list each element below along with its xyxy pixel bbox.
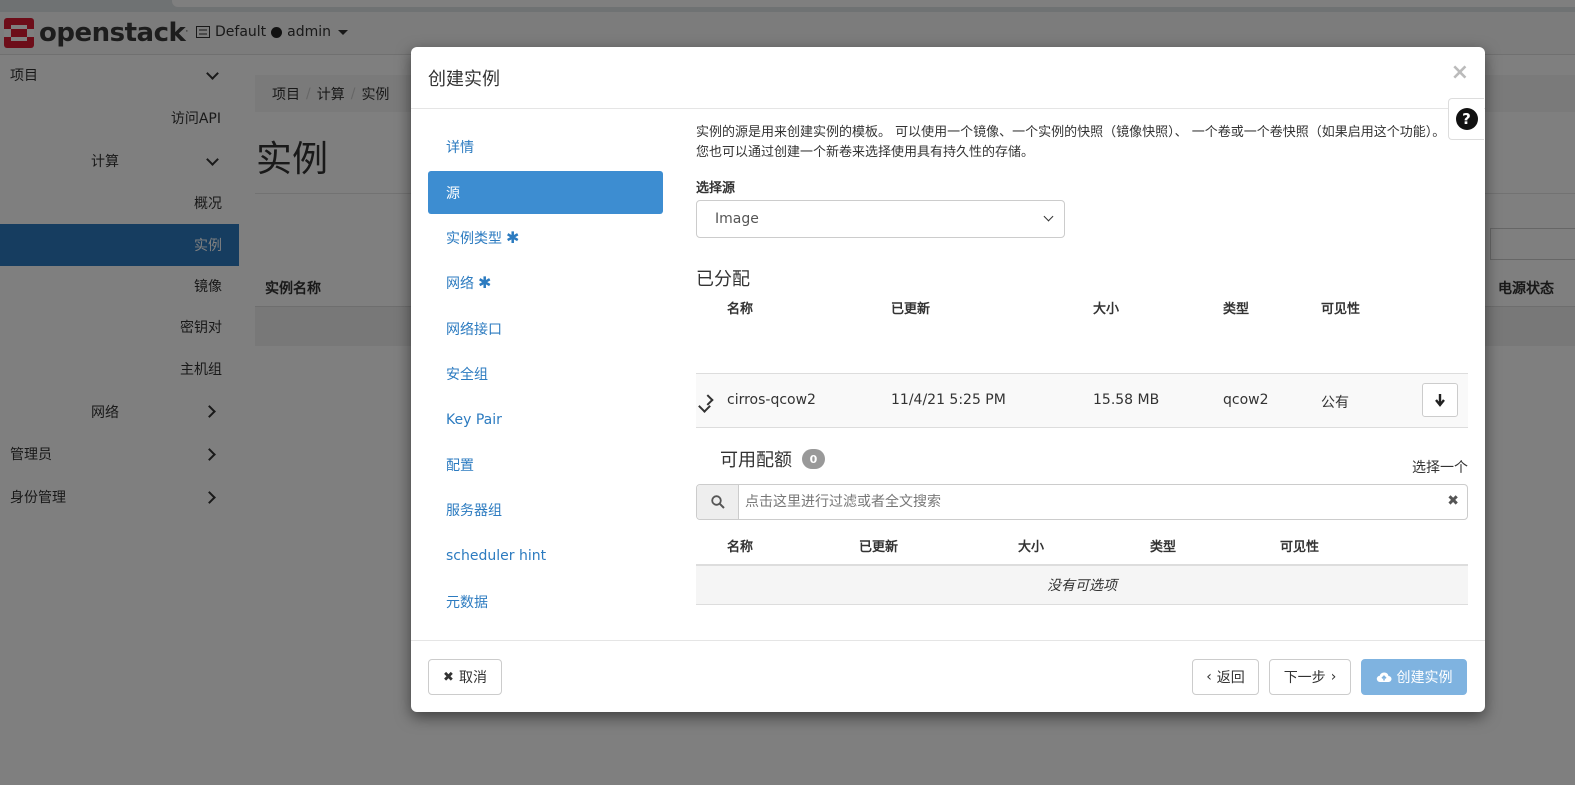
step-label: 网络接口 bbox=[446, 321, 502, 338]
deallocate-button[interactable] bbox=[1422, 383, 1458, 417]
launch-instance-modal: 创建实例 × ? 详情 源 实例类型 ✱ 网络 ✱ 网络接口 安全组 Key Pai… bbox=[411, 47, 1485, 712]
close-icon[interactable]: × bbox=[1451, 60, 1469, 85]
search-icon bbox=[710, 495, 725, 509]
alloc-cell-type: qcow2 bbox=[1223, 392, 1269, 408]
step-label: 服务器组 bbox=[446, 502, 502, 519]
step-flavor[interactable]: 实例类型 ✱ bbox=[428, 216, 663, 259]
modal-header: 创建实例 × bbox=[411, 47, 1485, 109]
alloc-header-name[interactable]: 名称 bbox=[727, 298, 753, 317]
cloud-upload-icon bbox=[1376, 672, 1391, 683]
required-asterisk-icon: ✱ bbox=[506, 228, 520, 247]
alloc-cell-updated: 11/4/21 5:25 PM bbox=[891, 392, 1006, 408]
select-one-label: 选择一个 bbox=[1412, 460, 1468, 476]
step-label: 实例类型 bbox=[446, 230, 502, 247]
source-step-content: 实例的源是用来创建实例的模板。 可以使用一个镜像、一个实例的快照（镜像快照）、 … bbox=[696, 123, 1468, 605]
source-description: 实例的源是用来创建实例的模板。 可以使用一个镜像、一个实例的快照（镜像快照）、 … bbox=[696, 125, 1446, 160]
step-metadata[interactable]: 元数据 bbox=[428, 580, 663, 623]
step-key-pair[interactable]: Key Pair bbox=[428, 398, 663, 441]
available-count-badge: 0 bbox=[802, 449, 825, 469]
button-label: 取消 bbox=[458, 670, 487, 686]
chevron-left-icon: ‹ bbox=[1206, 669, 1212, 685]
avail-header-updated[interactable]: 已更新 bbox=[859, 536, 898, 555]
button-label: 下一步 bbox=[1283, 670, 1326, 686]
source-select-value: Image bbox=[715, 211, 759, 227]
step-source[interactable]: 源 bbox=[428, 171, 663, 214]
empty-state-row: 没有可选项 bbox=[696, 566, 1468, 605]
step-details[interactable]: 详情 bbox=[428, 125, 663, 168]
avail-header-type[interactable]: 类型 bbox=[1150, 536, 1176, 555]
search-input[interactable] bbox=[745, 485, 1405, 519]
alloc-header-size[interactable]: 大小 bbox=[1093, 298, 1119, 317]
select-source-label: 选择源 bbox=[696, 181, 736, 196]
alloc-header-updated[interactable]: 已更新 bbox=[891, 298, 930, 317]
table-row: cirros-qcow2 11/4/21 5:25 PM 15.58 MB qc… bbox=[696, 374, 1468, 428]
avail-header-name[interactable]: 名称 bbox=[727, 536, 753, 555]
step-label: 安全组 bbox=[446, 366, 488, 383]
step-network-ports[interactable]: 网络接口 bbox=[428, 307, 663, 350]
source-select[interactable]: Image bbox=[696, 200, 1065, 238]
step-label: 源 bbox=[446, 185, 460, 202]
step-label: Key Pair bbox=[446, 411, 502, 428]
step-label: scheduler hint bbox=[446, 547, 547, 564]
step-configuration[interactable]: 配置 bbox=[428, 443, 663, 486]
step-security-groups[interactable]: 安全组 bbox=[428, 352, 663, 395]
step-label: 配置 bbox=[446, 457, 474, 474]
create-instance-button[interactable]: 创建实例 bbox=[1361, 659, 1467, 695]
avail-header-size[interactable]: 大小 bbox=[1018, 536, 1044, 555]
available-title[interactable]: 可用配额 bbox=[720, 446, 792, 472]
allocated-title: 已分配 bbox=[696, 269, 750, 290]
clear-icon[interactable]: ✖ bbox=[1447, 493, 1459, 509]
chevron-down-icon bbox=[1043, 211, 1054, 222]
available-search: ✖ bbox=[696, 484, 1468, 520]
step-networks[interactable]: 网络 ✱ bbox=[428, 261, 663, 304]
back-button[interactable]: ‹ 返回 bbox=[1192, 659, 1259, 695]
step-scheduler-hint[interactable]: scheduler hint bbox=[428, 534, 663, 577]
close-icon: ✖ bbox=[443, 669, 454, 685]
arrow-down-icon bbox=[1435, 394, 1445, 407]
cancel-button[interactable]: ✖ 取消 bbox=[428, 659, 502, 695]
step-label: 详情 bbox=[446, 139, 474, 156]
button-label: 返回 bbox=[1216, 670, 1245, 686]
avail-header-visibility[interactable]: 可见性 bbox=[1280, 536, 1319, 555]
button-label: 创建实例 bbox=[1396, 670, 1453, 686]
alloc-cell-name: cirros-qcow2 bbox=[727, 392, 816, 408]
alloc-header-visibility[interactable]: 可见性 bbox=[1321, 298, 1360, 317]
alloc-cell-size: 15.58 MB bbox=[1093, 392, 1160, 408]
alloc-cell-visibility: 公有 bbox=[1321, 395, 1349, 411]
alloc-header-type[interactable]: 类型 bbox=[1223, 298, 1249, 317]
modal-title: 创建实例 bbox=[428, 69, 500, 90]
next-button[interactable]: 下一步 › bbox=[1269, 659, 1351, 695]
chevron-right-icon: › bbox=[1330, 669, 1337, 685]
search-addon bbox=[697, 485, 739, 519]
step-label: 元数据 bbox=[446, 594, 488, 611]
modal-footer: ✖ 取消 ‹ 返回 下一步 › 创建实例 bbox=[411, 640, 1485, 712]
required-asterisk-icon: ✱ bbox=[478, 273, 492, 292]
step-server-groups[interactable]: 服务器组 bbox=[428, 488, 663, 531]
step-label: 网络 bbox=[446, 275, 474, 292]
